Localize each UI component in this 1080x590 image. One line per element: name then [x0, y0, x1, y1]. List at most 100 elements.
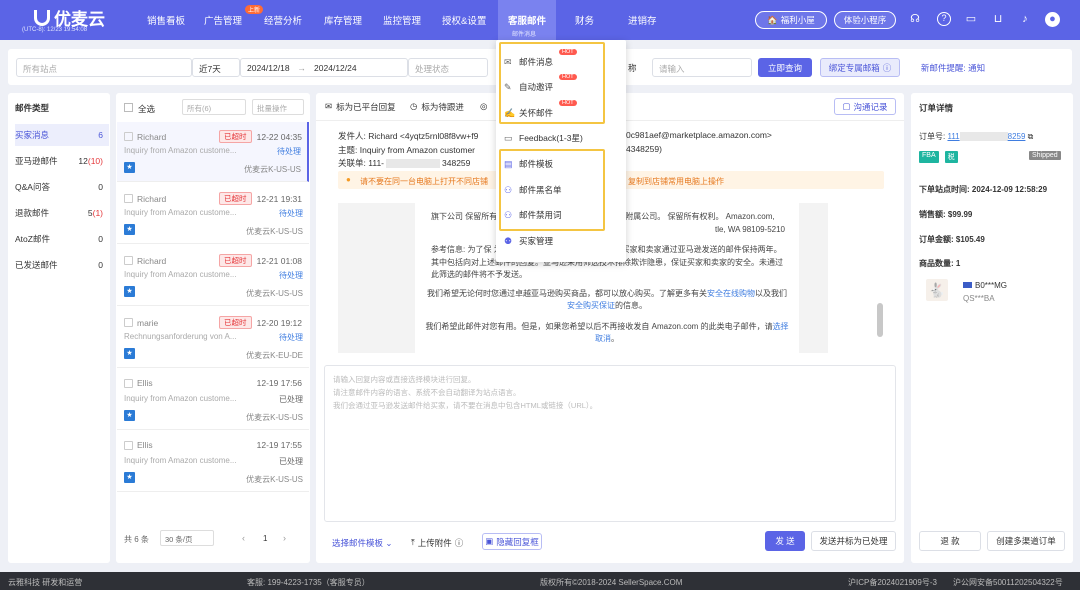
mark-follow-button[interactable]: ◷ 标为待跟进: [410, 101, 464, 113]
safe-purchase-link[interactable]: 安全购买保证: [567, 301, 615, 310]
footer-icp[interactable]: 沪ICP备2024021909号-3: [848, 577, 937, 588]
help-icon[interactable]: ?: [937, 12, 951, 26]
nav-stock-io[interactable]: 进销存: [628, 13, 657, 27]
order-tags: FBA 税: [919, 151, 958, 163]
document-icon[interactable]: ▭: [964, 12, 978, 26]
nav-ads[interactable]: 广告管理: [204, 13, 242, 27]
star-icon[interactable]: ★: [124, 224, 135, 235]
prev-page-icon[interactable]: ‹: [242, 533, 245, 543]
item-checkbox[interactable]: [124, 440, 133, 450]
message-time: 12-21 01:08: [256, 255, 302, 266]
new-mail-reminder-link[interactable]: 新邮件提醒: 通知: [912, 58, 994, 77]
mail-scrollbar[interactable]: [877, 303, 883, 337]
page-size-select[interactable]: 30 条/页: [160, 530, 214, 546]
query-button[interactable]: 立即查询: [758, 58, 812, 77]
choose-template-select[interactable]: 选择邮件模板 ⌄: [332, 537, 393, 549]
send-button[interactable]: 发 送: [765, 531, 805, 551]
copy-icon[interactable]: ⧉: [1028, 132, 1034, 141]
type-label: 亚马逊邮件: [15, 156, 58, 166]
headset-icon[interactable]: ☊: [908, 12, 922, 26]
reply-textarea[interactable]: 请输入回复内容或直接选择模块进行回复。 请注意邮件内容的语言、系统不会自动翻译为…: [324, 365, 896, 522]
nav-sales-board[interactable]: 销售看板: [147, 13, 185, 27]
store-name: 优麦云K-EU-DE: [246, 351, 303, 360]
cart-icon[interactable]: ⊔: [991, 12, 1005, 26]
item-checkbox[interactable]: [124, 194, 133, 203]
check-circle-icon[interactable]: ◎: [480, 101, 487, 112]
type-item-buyer[interactable]: 买家消息 6: [15, 124, 109, 146]
mail-text: 旗下公司 保留所有: [431, 212, 498, 221]
multi-channel-order-button[interactable]: 创建多渠道订单: [987, 531, 1065, 551]
star-icon[interactable]: ★: [124, 472, 135, 483]
nav-auth-settings[interactable]: 授权&设置: [442, 13, 486, 27]
mark-replied-button[interactable]: ✉ 标为已平台回复: [325, 101, 396, 113]
nav-inventory[interactable]: 库存管理: [324, 13, 362, 27]
warning-tail: 复制到店铺常用电脑上操作: [628, 177, 724, 186]
nav-customer-mail[interactable]: 客服邮件 邮件消息: [498, 0, 556, 40]
item-checkbox[interactable]: [124, 378, 133, 388]
upload-icon: ⤒: [411, 537, 415, 547]
item-checkbox[interactable]: [124, 132, 133, 141]
type-item-refund[interactable]: 退款邮件 5(1): [15, 202, 109, 224]
page-number[interactable]: 1: [263, 534, 267, 543]
user-avatar-icon[interactable]: ●: [1045, 12, 1060, 27]
bind-mailbox-button[interactable]: 绑定专属邮箱 ⓘ: [820, 58, 900, 77]
star-icon[interactable]: ★: [124, 286, 135, 297]
mark-replied-label: 标为已平台回复: [336, 102, 396, 112]
comm-log-button[interactable]: ▢ 沟通记录: [834, 98, 896, 115]
footer-police[interactable]: 沪公网安备50011202504322号: [953, 577, 1063, 588]
type-item-atoz[interactable]: AtoZ邮件 0: [15, 228, 109, 250]
list-item[interactable]: Ellis 12-19 17:56 Inquiry from Amazon cust…: [117, 370, 309, 430]
list-item[interactable]: Richard 已超时 12-21 19:31 Inquiry from Amazon…: [117, 184, 309, 244]
list-item[interactable]: Richard 已超时 12-21 01:08 Inquiry from Amazon…: [117, 246, 309, 306]
nav-analysis[interactable]: 经营分析: [264, 13, 302, 27]
clock-icon: ◷: [410, 101, 418, 111]
nav-monitor[interactable]: 监控管理: [383, 13, 421, 27]
sender-tail: 0c981aef@marketplace.amazon.com>: [626, 130, 772, 140]
upload-attachment-button[interactable]: ⤒ 上传附件 ⓘ: [411, 537, 463, 549]
bell-icon[interactable]: ♪: [1018, 12, 1032, 26]
upload-label: 上传附件: [417, 538, 452, 548]
type-item-qa[interactable]: Q&A问答 0: [15, 176, 109, 198]
hide-reply-button[interactable]: ▣ 隐藏回复框: [482, 533, 542, 550]
type-item-sent[interactable]: 已发送邮件 0: [15, 254, 109, 276]
product-thumbnail[interactable]: 🐇: [926, 279, 948, 301]
select-all-checkbox[interactable]: [124, 103, 133, 112]
type-item-amazon[interactable]: 亚马逊邮件 12(10): [15, 150, 109, 172]
mark-follow-label: 标为待跟进: [421, 102, 464, 112]
list-item[interactable]: Ellis 12-19 17:55 Inquiry from Amazon cust…: [117, 432, 309, 492]
overdue-badge: 已超时: [219, 316, 252, 329]
menu-item-buyer-management[interactable]: ⚉ 买家管理: [504, 232, 553, 250]
menu-item-feedback[interactable]: ▭ Feedback(1-3星): [504, 129, 583, 147]
item-checkbox[interactable]: [124, 318, 133, 327]
sender-name: Ellis: [137, 378, 153, 388]
star-icon[interactable]: ★: [124, 410, 135, 421]
nav-finance[interactable]: 财务: [575, 13, 594, 27]
star-icon[interactable]: ★: [124, 162, 135, 173]
range-select[interactable]: 近7天: [192, 58, 240, 77]
new-badge: 上新: [245, 5, 264, 14]
sales-row: 销售额: $99.99: [919, 209, 972, 220]
list-item[interactable]: marie 已超时 12-20 19:12 Rechnungsanforderung …: [117, 308, 309, 368]
status-text: 待处理: [279, 209, 303, 218]
list-item[interactable]: Richard 已超时 12-22 04:35 Inquiry from Amazon…: [117, 122, 309, 182]
search-input[interactable]: 请输入: [652, 58, 752, 77]
miniapp-button[interactable]: 体验小程序: [834, 11, 896, 29]
type-label: 已发送邮件: [15, 260, 58, 270]
site-select[interactable]: 所有站点: [16, 58, 192, 77]
item-checkbox[interactable]: [124, 256, 133, 265]
star-icon[interactable]: ★: [124, 348, 135, 359]
next-page-icon[interactable]: ›: [283, 533, 286, 543]
list-filter-select[interactable]: 所有(6): [182, 99, 246, 115]
order-number-link[interactable]: 111: [947, 132, 959, 141]
date-range-picker[interactable]: 2024/12/18 → 2024/12/24: [240, 58, 408, 77]
type-count: 6: [98, 130, 103, 140]
send-and-mark-button[interactable]: 发送并标为已处理: [811, 531, 896, 551]
sales-value: $99.99: [947, 210, 973, 219]
menu-label: Feedback(1-3星): [519, 133, 583, 143]
welfare-button[interactable]: 🏠 福利小屋: [755, 11, 827, 29]
status-select[interactable]: 处理状态: [408, 58, 488, 77]
safe-shopping-link[interactable]: 安全在线购物: [707, 289, 755, 298]
batch-operation-select[interactable]: 批量操作: [252, 99, 304, 115]
question-icon: ⓘ: [882, 62, 892, 73]
refund-button[interactable]: 退 款: [919, 531, 981, 551]
